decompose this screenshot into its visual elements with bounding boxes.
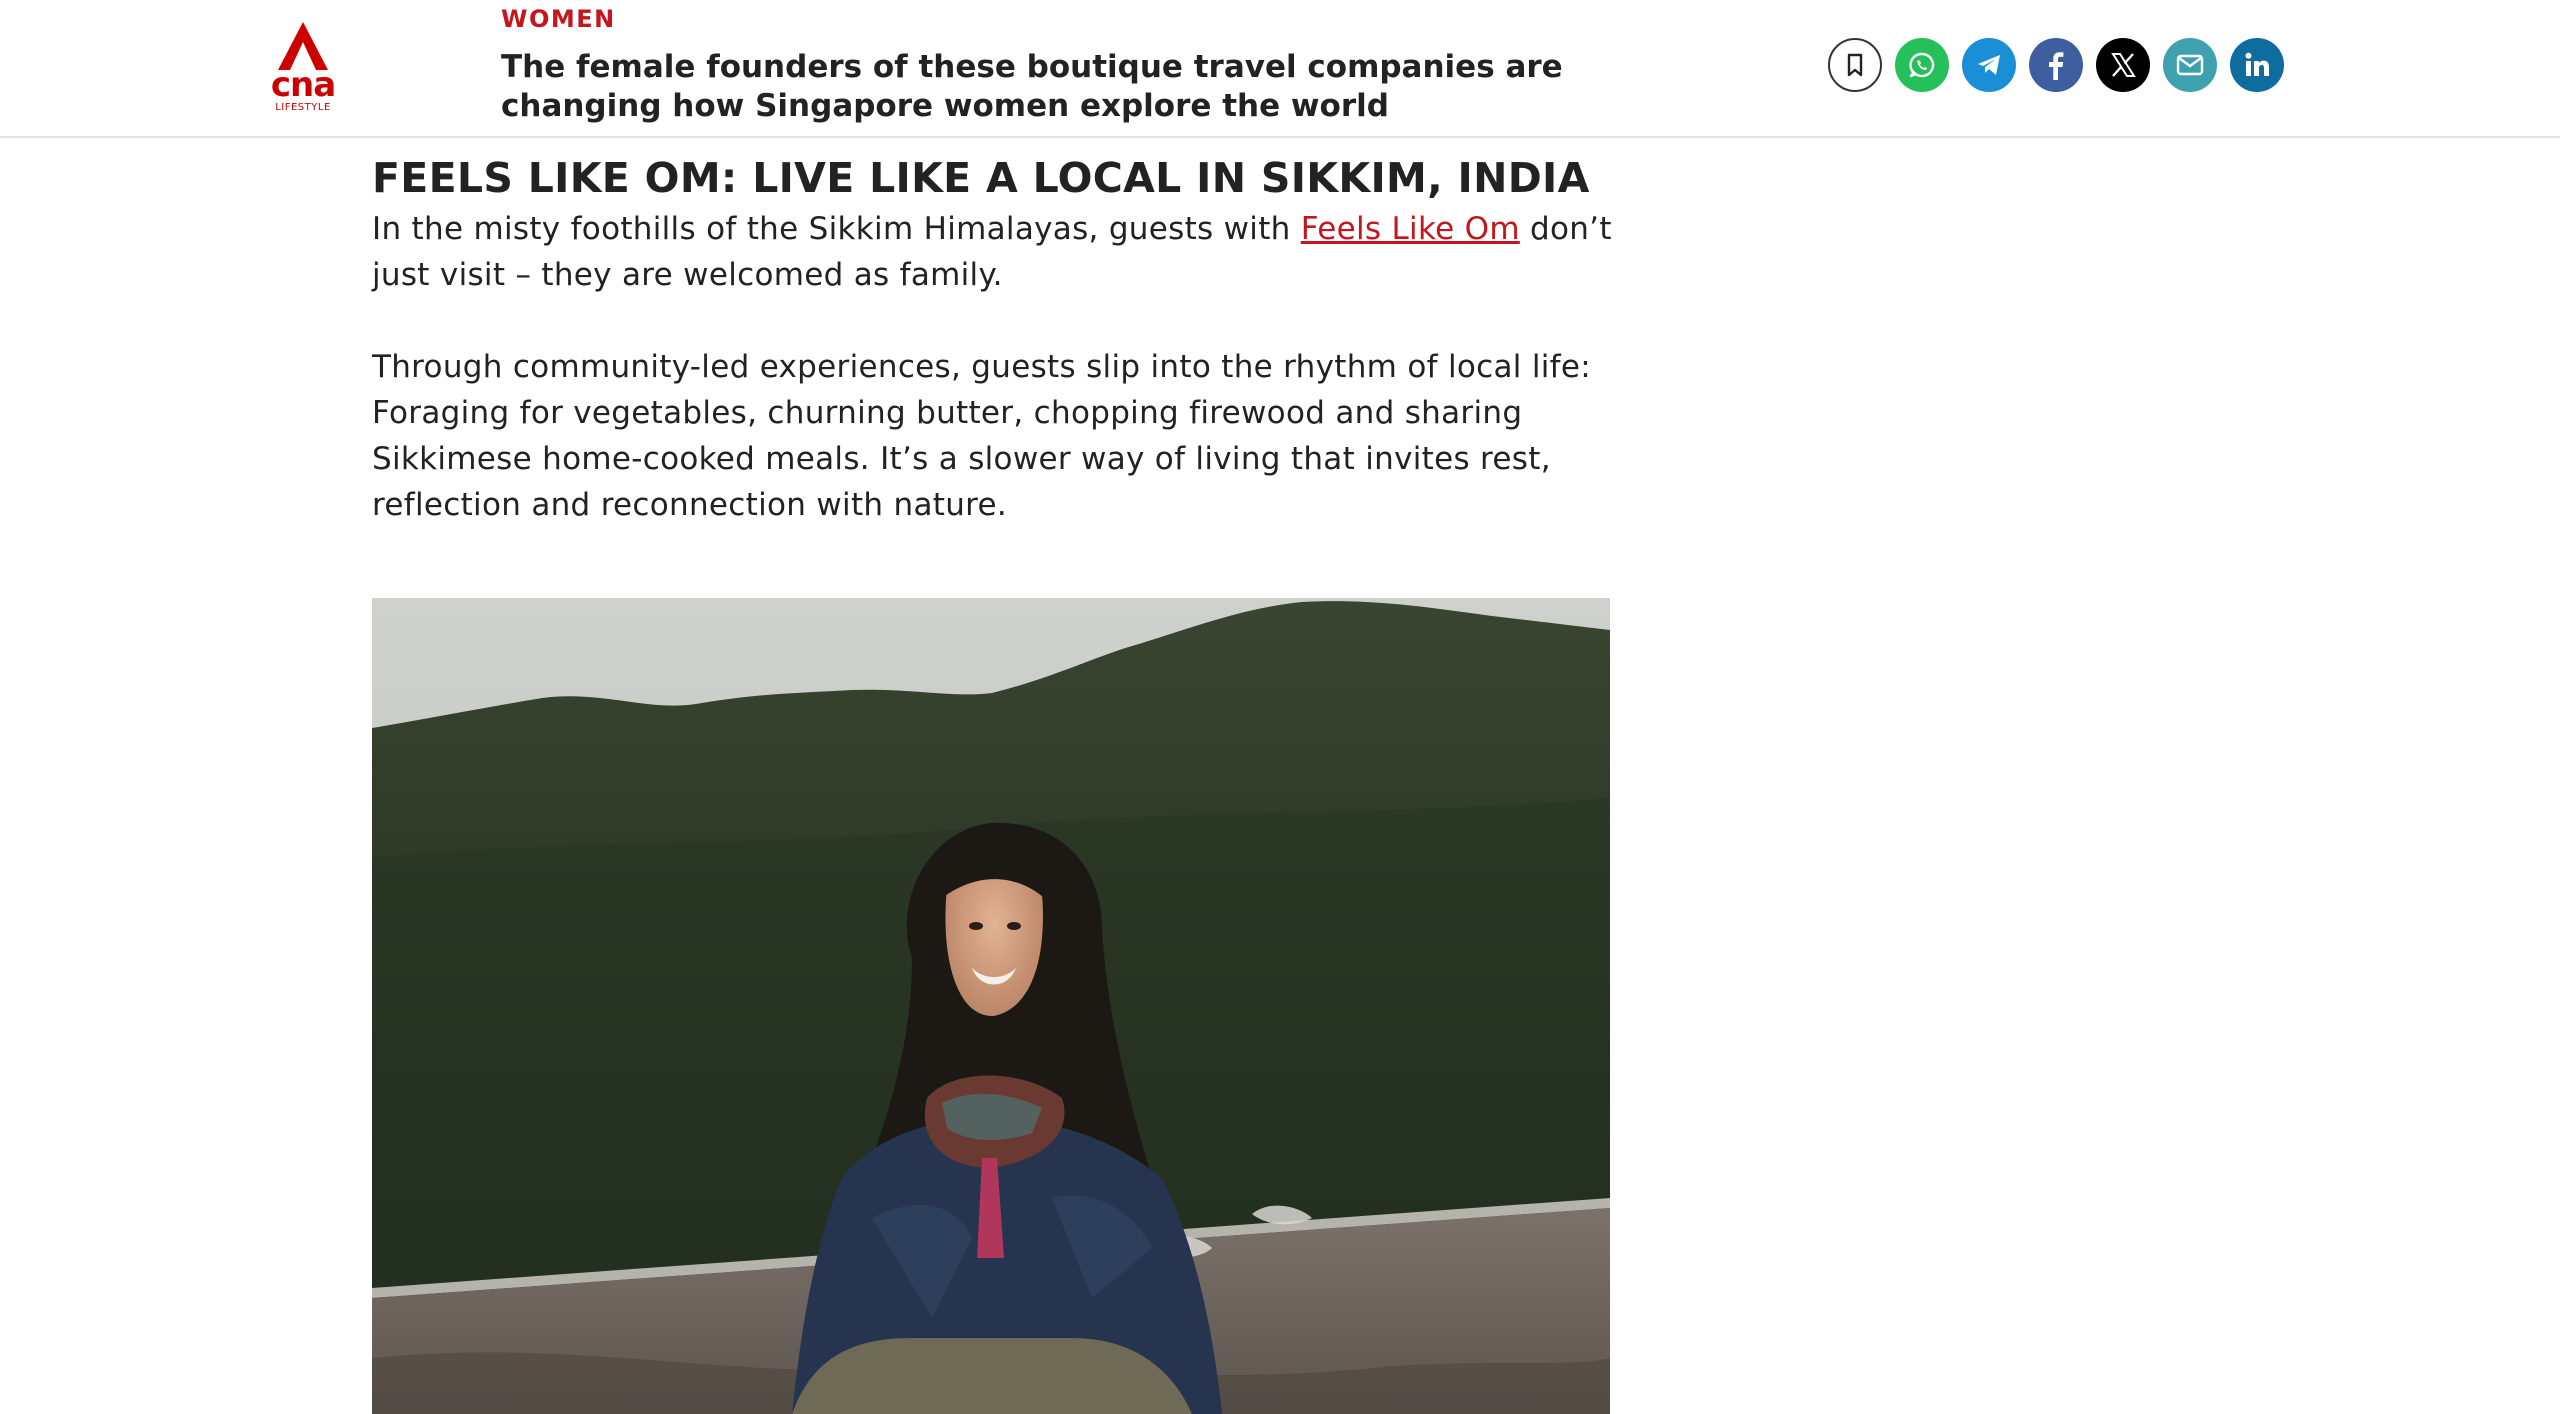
x-icon (2111, 53, 2136, 77)
photo-woman-mountains (372, 598, 1610, 1414)
whatsapp-icon (1909, 52, 1935, 78)
whatsapp-share-button[interactable] (1895, 38, 1949, 92)
facebook-icon (2049, 52, 2064, 80)
logo-subtitle: LIFESTYLE (275, 102, 331, 113)
email-icon (2176, 54, 2204, 76)
x-share-button[interactable] (2096, 38, 2150, 92)
feels-like-om-link[interactable]: Feels Like Om (1301, 211, 1520, 247)
paragraph-text: In the misty foothills of the Sikkim Him… (372, 211, 1301, 247)
paragraph-experiences: Through community-led experiences, guest… (372, 349, 1591, 523)
linkedin-share-button[interactable] (2230, 38, 2284, 92)
section-tag[interactable]: WOMEN (501, 5, 616, 33)
site-header: cna LIFESTYLE WOMEN The female founders … (0, 0, 2560, 138)
cna-lifestyle-logo[interactable]: cna LIFESTYLE (268, 22, 338, 114)
article-body: FEELS LIKE OM: LIVE LIKE A LOCAL IN SIKK… (372, 150, 1612, 528)
page-title: The female founders of these boutique tr… (501, 49, 1563, 124)
logo-wordmark: cna (270, 65, 336, 105)
telegram-icon (1978, 55, 2000, 75)
section-subheading: FEELS LIKE OM: LIVE LIKE A LOCAL IN SIKK… (372, 154, 1590, 202)
facebook-share-button[interactable] (2029, 38, 2083, 92)
telegram-share-button[interactable] (1962, 38, 2016, 92)
bookmark-icon (1847, 53, 1863, 77)
bookmark-button[interactable] (1828, 38, 1882, 92)
email-share-button[interactable] (2163, 38, 2217, 92)
paragraph-intro: In the misty foothills of the Sikkim Him… (372, 206, 1612, 298)
article-photo (372, 598, 1610, 1414)
linkedin-icon (2245, 52, 2269, 76)
